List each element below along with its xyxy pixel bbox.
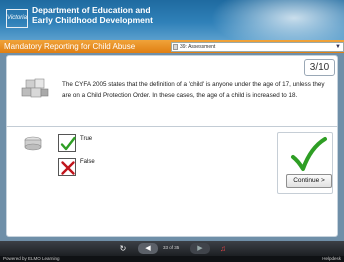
question-counter: 3/10 [304, 59, 335, 76]
back-arrow-icon[interactable]: ◀ [138, 243, 158, 254]
header-glow [204, 0, 344, 40]
refresh-icon[interactable]: ↻ [118, 243, 128, 254]
box-stack-icon [24, 136, 42, 151]
header-banner: Victoria Department of Education and Ear… [0, 0, 344, 40]
victoria-logo: Victoria [6, 9, 28, 28]
puzzle-pieces-icon [21, 78, 49, 98]
check-icon [60, 136, 76, 151]
large-check-icon [291, 137, 327, 171]
page-indicator: 33 of 35 [163, 245, 180, 250]
department-line-1: Department of Education and [32, 5, 151, 15]
powered-by-link[interactable]: Powered by ELMO Learning [3, 256, 60, 262]
department-title: Department of Education and Early Childh… [32, 5, 153, 25]
option-true-checkbox[interactable] [58, 134, 76, 152]
section-divider [6, 126, 338, 127]
continue-button[interactable]: Continue > [286, 174, 332, 188]
page-icon [173, 44, 178, 50]
option-false-label[interactable]: False [80, 159, 95, 165]
option-false-checkbox[interactable] [58, 158, 76, 176]
next-arrow-icon[interactable]: ▶ [190, 243, 210, 254]
section-select-value: 39: Assessment [180, 44, 216, 50]
speaker-icon[interactable]: ♫ [218, 243, 228, 254]
cross-icon [61, 161, 75, 175]
question-text: The CYFA 2005 states that the definition… [62, 81, 325, 99]
option-true-label[interactable]: True [80, 136, 92, 142]
helpdesk-link[interactable]: Helpdesk [322, 256, 341, 262]
chevron-down-icon[interactable]: ▼ [335, 43, 341, 51]
section-select[interactable]: 39: Assessment ▼ [171, 42, 344, 52]
department-line-2: Early Childhood Development [32, 15, 153, 25]
course-title: Mandatory Reporting for Child Abuse [4, 42, 136, 51]
